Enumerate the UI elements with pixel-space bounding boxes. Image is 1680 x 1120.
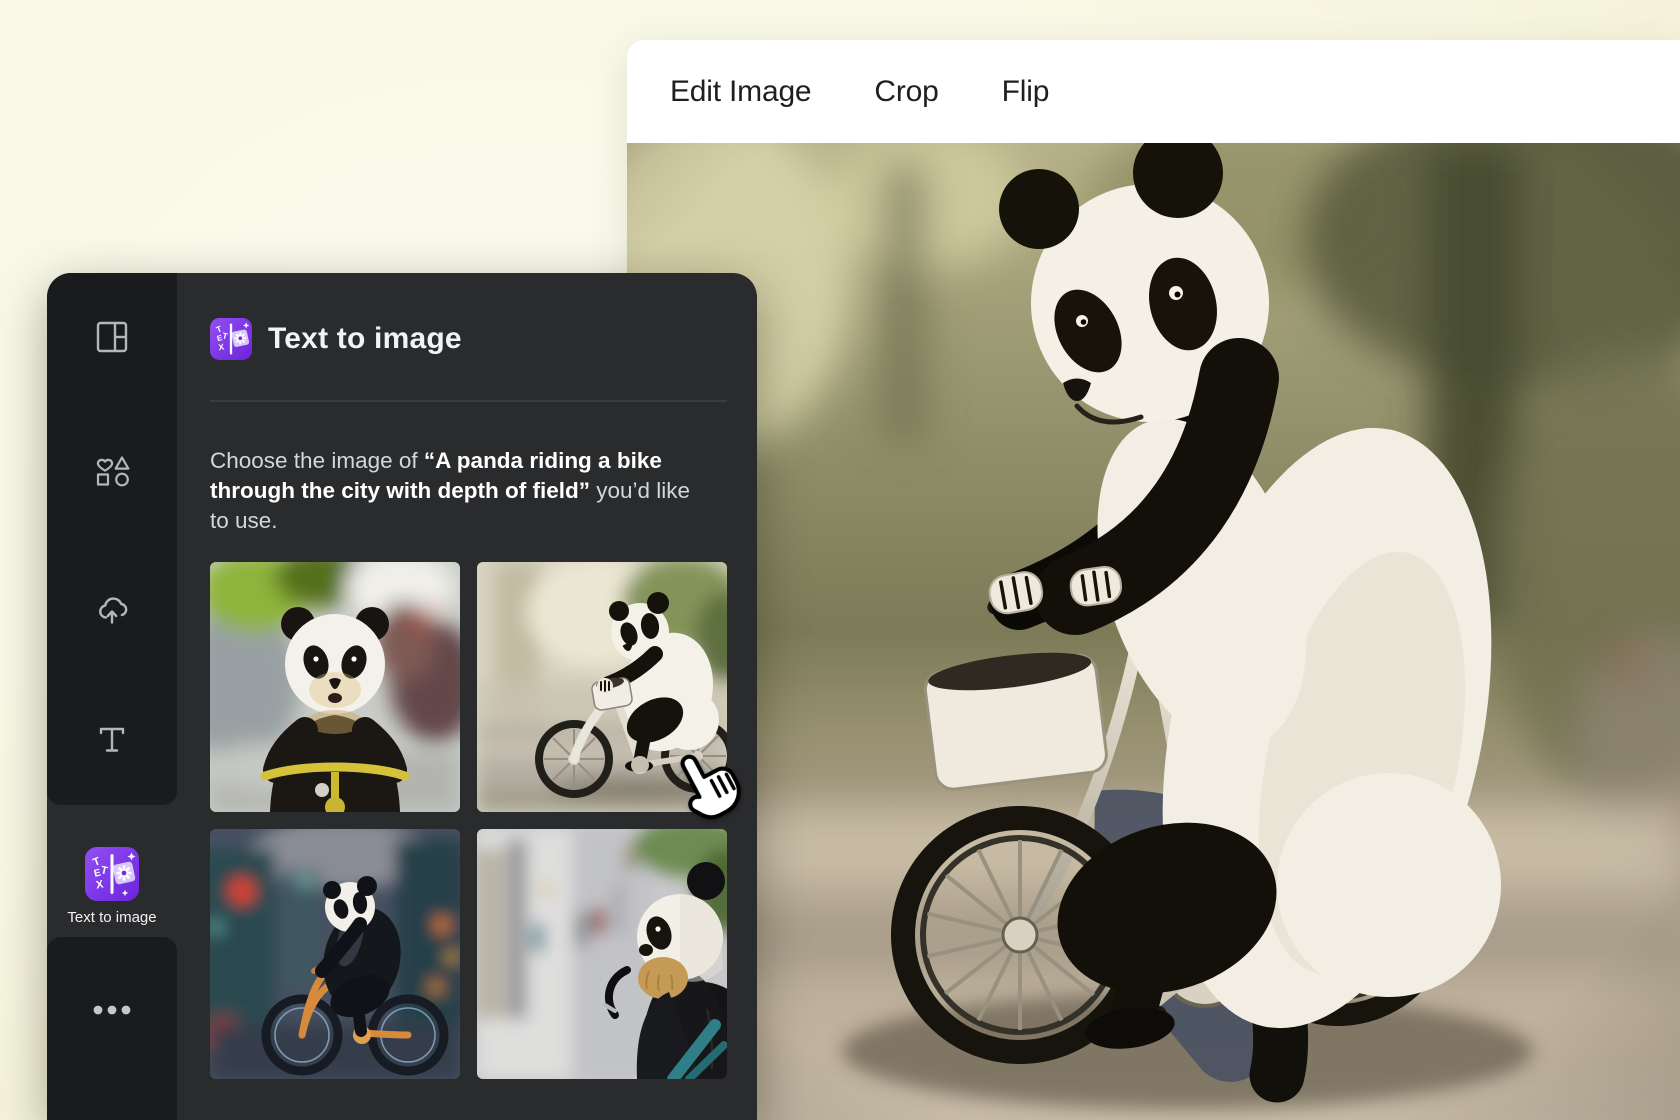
panel-divider	[210, 400, 727, 402]
result-grid	[210, 562, 727, 1079]
shapes-icon	[96, 456, 130, 487]
app-screen: Edit Image Crop Flip T E T X Text to ima…	[0, 0, 1680, 1120]
text-to-image-icon: T E T X	[85, 847, 139, 902]
edit-image-button[interactable]: Edit Image	[670, 75, 812, 109]
panda-canvas-illustration	[627, 143, 1680, 1120]
panel-header: T E T X Text to image	[210, 318, 462, 360]
editor-window: Edit Image Crop Flip	[627, 40, 1680, 1120]
sidebar-item-design[interactable]	[47, 318, 177, 356]
canvas-image[interactable]	[627, 143, 1680, 1120]
result-thumbnail-1[interactable]	[210, 562, 460, 812]
text-to-image-icon: T E T X	[210, 318, 252, 360]
prompt-description: Choose the image of “A panda riding a bi…	[210, 446, 702, 536]
crop-button[interactable]: Crop	[874, 75, 938, 109]
panel-content: T E T X Text to image Choose the image o…	[210, 273, 727, 1120]
result-thumbnail-2[interactable]	[477, 562, 727, 812]
sidebar-item-label: Text to image	[67, 909, 157, 927]
result-thumbnail-3[interactable]	[210, 829, 460, 1079]
sidebar-item-more[interactable]	[47, 991, 177, 1029]
description-prefix: Choose the image of	[210, 447, 424, 473]
sidebar-item-text[interactable]	[47, 721, 177, 759]
ellipsis-icon	[93, 1005, 131, 1015]
sidebar-item-text-to-image[interactable]: T E T X Text to image	[47, 832, 177, 942]
result-thumbnail-4[interactable]	[477, 829, 727, 1079]
panel-title: Text to image	[268, 322, 462, 355]
sidebar-item-elements[interactable]	[47, 449, 177, 487]
sidebar-item-uploads[interactable]	[47, 591, 177, 629]
sidebar-rail: T E T X Text to image	[47, 273, 177, 1120]
flip-button[interactable]: Flip	[1002, 75, 1050, 109]
text-icon	[99, 727, 125, 752]
layout-template-icon	[96, 321, 128, 353]
canvas-toolbar: Edit Image Crop Flip	[627, 40, 1680, 143]
cloud-upload-icon	[99, 597, 128, 624]
text-to-image-panel: T E T X Text to image T E T X Text to im…	[47, 273, 757, 1120]
